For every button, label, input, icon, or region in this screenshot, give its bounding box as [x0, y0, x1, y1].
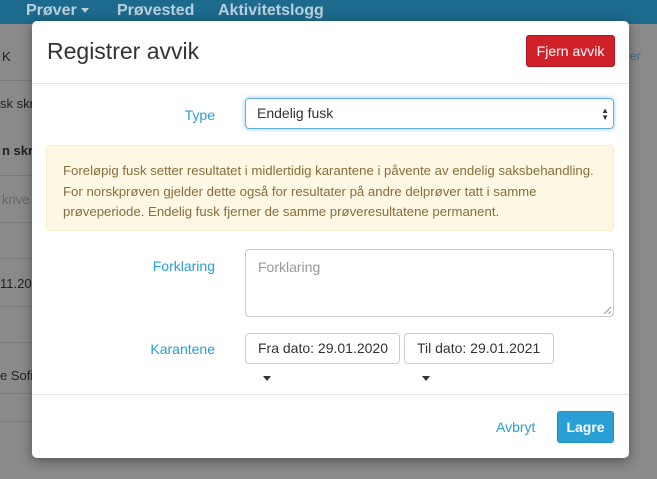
type-label: Type	[184, 107, 215, 123]
cancel-link[interactable]: Avbryt	[496, 419, 535, 435]
remove-deviation-button[interactable]: Fjern avvik	[526, 35, 615, 67]
explanation-label: Forklaring	[152, 258, 215, 274]
nav-item-provested[interactable]: Prøvested	[117, 2, 194, 20]
nav-item-prover[interactable]: Prøver	[26, 2, 89, 20]
from-date-dropdown[interactable]: Fra dato: 29.01.2020	[245, 333, 400, 381]
bg-fragment: 11.20	[0, 276, 32, 291]
type-select[interactable]: Endelig fusk ▲ ▼	[245, 98, 614, 129]
to-date-dropdown[interactable]: Til dato: 29.01.2021	[404, 333, 554, 381]
quarantine-label: Karantene	[150, 341, 215, 357]
alert-text: Foreløpig fusk setter resultatet i midle…	[63, 163, 594, 219]
from-date-text: Fra dato: 29.01.2020	[258, 340, 388, 356]
explanation-textarea[interactable]: Forklaring	[245, 249, 614, 317]
modal-footer-divider	[32, 394, 629, 395]
to-date-text: Til dato: 29.01.2021	[417, 340, 541, 356]
bg-fragment: K	[2, 49, 11, 64]
chevron-down-icon	[422, 375, 430, 381]
chevron-down-icon	[80, 8, 89, 14]
modal-header: Registrer avvik Fjern avvik	[32, 21, 629, 84]
warning-alert: Foreløpig fusk setter resultatet i midle…	[46, 145, 614, 231]
modal-title: Registrer avvik	[47, 38, 200, 64]
register-deviation-modal: Registrer avvik Fjern avvik Type Endelig…	[32, 21, 629, 458]
save-button[interactable]: Lagre	[557, 411, 614, 443]
select-arrows-icon: ▲ ▼	[601, 106, 609, 122]
explanation-placeholder: Forklaring	[258, 259, 321, 275]
chevron-down-icon	[263, 375, 271, 381]
nav-item-aktivitetslogg[interactable]: Aktivitetslogg	[218, 2, 324, 20]
type-select-value: Endelig fusk	[257, 105, 334, 121]
resize-grip-icon[interactable]	[604, 307, 611, 314]
bg-fragment: krive	[2, 192, 30, 207]
